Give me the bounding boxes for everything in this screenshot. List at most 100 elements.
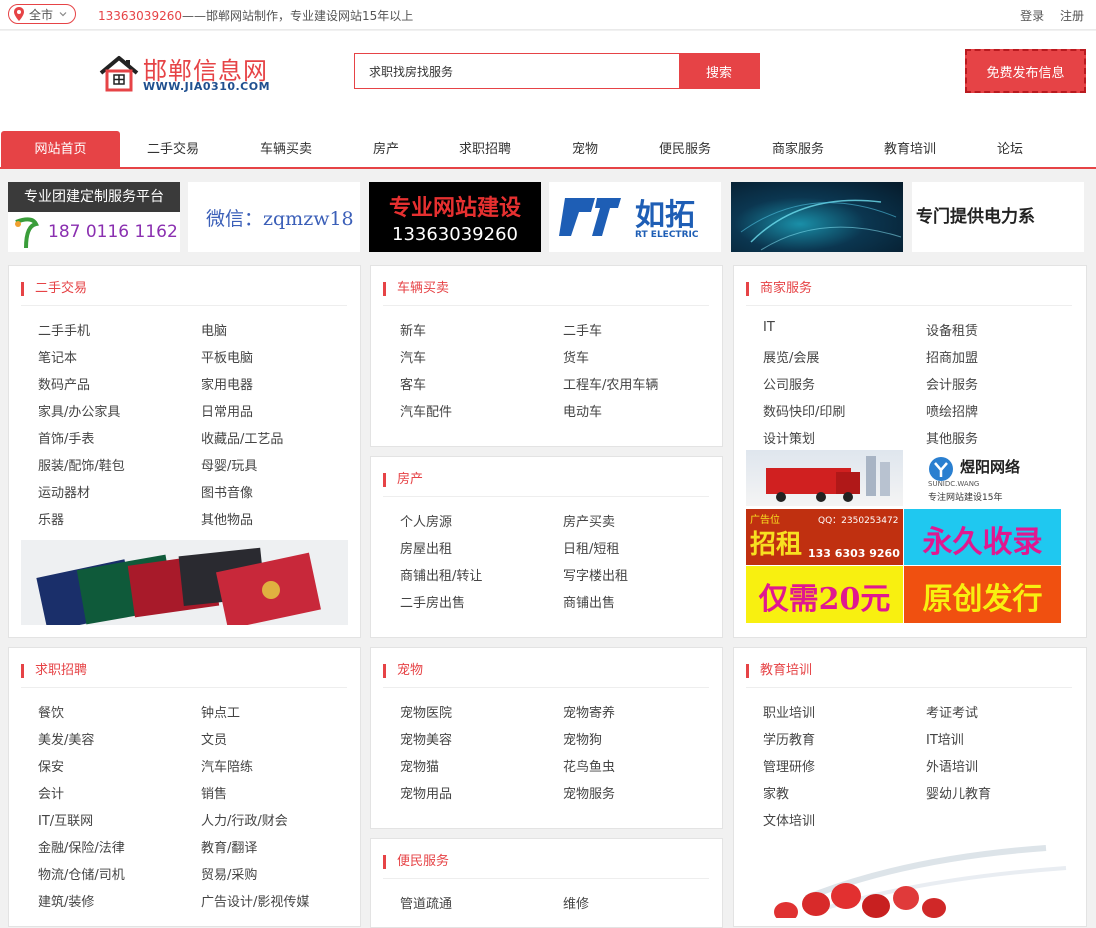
category-link[interactable]: 家教 [763,783,789,802]
passport-books-image[interactable] [21,540,348,625]
category-link[interactable]: 汽车 [400,347,426,366]
nav-qiuzhi[interactable]: 求职招聘 [430,131,540,169]
nav-ershou[interactable]: 二手交易 [118,131,228,169]
ad-banner-website[interactable]: 专业网站建设 13363039260 [369,182,541,252]
nav-fangchan[interactable]: 房产 [331,131,441,169]
category-link[interactable]: 花鸟鱼虫 [563,756,615,775]
ad-20yuan[interactable]: 仅需20元 [746,566,903,623]
category-link[interactable]: 人力/行政/财会 [201,810,288,829]
category-link[interactable]: 房产买卖 [563,511,615,530]
nav-luntan[interactable]: 论坛 [955,131,1065,169]
search-input[interactable] [355,54,679,88]
category-link[interactable]: 其他服务 [926,428,978,447]
ad-banner-rt-electric[interactable]: 如拓 RT ELECTRIC [549,182,721,252]
category-link[interactable]: 维修 [563,893,589,912]
category-link[interactable]: 图书音像 [201,482,253,501]
category-link[interactable]: 货车 [563,347,589,366]
category-link[interactable]: 设备租赁 [926,320,978,339]
category-link[interactable]: 家用电器 [201,374,253,393]
ad-yuanchuang[interactable]: 原创发行 [904,566,1061,623]
category-link[interactable]: 客车 [400,374,426,393]
category-link[interactable]: 乐器 [38,509,64,528]
category-link[interactable]: 母婴/玩具 [201,455,257,474]
ad-banner-tech[interactable] [731,182,903,252]
category-link[interactable]: 宠物寄养 [563,702,615,721]
category-link[interactable]: 宠物猫 [400,756,439,775]
ad-banner-team[interactable]: 专业团建定制服务平台 187 0116 1162 [8,182,180,252]
category-link[interactable]: 电脑 [201,320,227,339]
ad-banner-power[interactable]: 专门提供电力系 [912,182,1084,252]
site-logo[interactable]: 邯郸信息网 WWW.JIA0310.COM [98,51,278,99]
category-link[interactable]: 写字楼出租 [563,565,628,584]
category-link[interactable]: 日常用品 [201,401,253,420]
category-link[interactable]: 美发/美容 [38,729,94,748]
category-link[interactable]: 汽车陪练 [201,756,253,775]
category-link[interactable]: 宠物狗 [563,729,602,748]
category-link[interactable]: 宠物美容 [400,729,452,748]
category-link[interactable]: 商铺出售 [563,592,615,611]
category-link[interactable]: 贸易/采购 [201,864,257,883]
category-link[interactable]: 日租/短租 [563,538,619,557]
category-link[interactable]: 笔记本 [38,347,77,366]
nav-cheliang[interactable]: 车辆买卖 [231,131,341,169]
category-link[interactable]: 设计策划 [763,428,815,447]
category-link[interactable]: 个人房源 [400,511,452,530]
nav-home[interactable]: 网站首页 [1,131,120,169]
category-link[interactable]: IT [763,320,775,335]
category-link[interactable]: 公司服务 [763,374,815,393]
category-link[interactable]: 电动车 [563,401,602,420]
category-link[interactable]: IT/互联网 [38,810,93,829]
category-link[interactable]: 数码快印/印刷 [763,401,845,420]
ad-banner-wechat[interactable]: 微信：zqmzw18 [188,182,360,252]
nav-bianmin[interactable]: 便民服务 [630,131,740,169]
category-link[interactable]: 房屋出租 [400,538,452,557]
category-link[interactable]: 收藏品/工艺品 [201,428,283,447]
category-link[interactable]: 婴幼儿教育 [926,783,991,802]
category-link[interactable]: 金融/保险/法律 [38,837,125,856]
category-link[interactable]: 宠物医院 [400,702,452,721]
truck-ad-image[interactable] [746,450,903,506]
category-link[interactable]: 文员 [201,729,227,748]
category-link[interactable]: 家具/办公家具 [38,401,120,420]
category-link[interactable]: 汽车配件 [400,401,452,420]
register-link[interactable]: 注册 [1060,9,1084,23]
category-link[interactable]: 管理研修 [763,756,815,775]
search-button[interactable]: 搜索 [679,54,759,88]
category-link[interactable]: 二手房出售 [400,592,465,611]
category-link[interactable]: 新车 [400,320,426,339]
category-link[interactable]: 二手车 [563,320,602,339]
ad-shoulu[interactable]: 永久收录 [904,509,1061,565]
category-link[interactable]: 建筑/装修 [38,891,94,910]
category-link[interactable]: 会计服务 [926,374,978,393]
category-link[interactable]: IT培训 [926,729,964,748]
category-link[interactable]: 职业培训 [763,702,815,721]
category-link[interactable]: 展览/会展 [763,347,819,366]
category-link[interactable]: 其他物品 [201,509,253,528]
nav-chongwu[interactable]: 宠物 [530,131,640,169]
login-link[interactable]: 登录 [1020,9,1044,23]
nav-jiaoyu[interactable]: 教育培训 [855,131,965,169]
category-link[interactable]: 商铺出租/转让 [400,565,482,584]
category-link[interactable]: 销售 [201,783,227,802]
category-link[interactable]: 数码产品 [38,374,90,393]
category-link[interactable]: 招商加盟 [926,347,978,366]
category-link[interactable]: 平板电脑 [201,347,253,366]
category-link[interactable]: 管道疏通 [400,893,452,912]
category-link[interactable]: 宠物用品 [400,783,452,802]
category-link[interactable]: 广告设计/影视传媒 [201,891,309,910]
category-link[interactable]: 工程车/农用车辆 [563,374,658,393]
category-link[interactable]: 文体培训 [763,810,815,829]
publish-button[interactable]: 免费发布信息 [965,49,1086,93]
city-selector[interactable]: 全市 [8,4,76,24]
category-link[interactable]: 钟点工 [201,702,240,721]
category-link[interactable]: 学历教育 [763,729,815,748]
ad-yuyang[interactable]: 煜阳网络 SUNIDC.WANG 专注网站建设15年 [904,450,1061,506]
category-link[interactable]: 外语培训 [926,756,978,775]
category-link[interactable]: 二手手机 [38,320,90,339]
category-link[interactable]: 运动器材 [38,482,90,501]
strawberry-image[interactable] [746,838,1073,918]
nav-shangjia[interactable]: 商家服务 [743,131,853,169]
category-link[interactable]: 服装/配饰/鞋包 [38,455,125,474]
category-link[interactable]: 首饰/手表 [38,428,94,447]
category-link[interactable]: 物流/仓储/司机 [38,864,125,883]
